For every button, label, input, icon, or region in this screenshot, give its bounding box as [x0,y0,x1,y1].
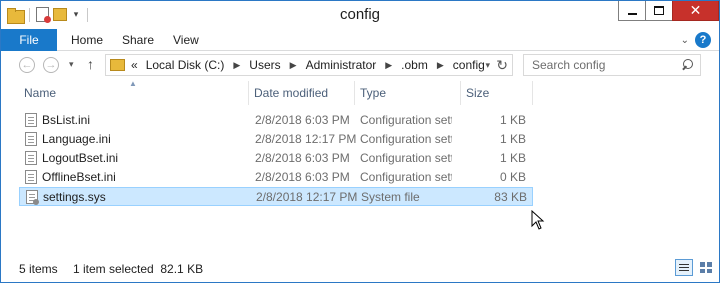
file-type: Configuration sett... [360,132,452,146]
table-row[interactable]: Language.ini 2/8/2018 12:17 PM Configura… [19,130,533,149]
file-rows: BsList.ini 2/8/2018 6:03 PM Configuratio… [19,111,533,206]
column-header-row: ▲ Name Date modified Type Size [19,79,533,105]
item-count: 5 items [19,262,58,276]
toolbar-divider [29,7,30,22]
mouse-cursor-icon [531,210,545,230]
tab-view[interactable]: View [173,33,199,47]
breadcrumb-local-disk[interactable]: Local Disk (C:) [146,58,225,72]
maximize-button[interactable] [645,1,673,21]
breadcrumb-obm[interactable]: .obm [401,58,428,72]
file-name: OfflineBset.ini [42,170,116,184]
window-title: config [339,6,381,23]
table-row-selected[interactable]: settings.sys 2/8/2018 12:17 PM System fi… [19,187,533,206]
minimize-button[interactable] [618,1,646,21]
details-view-icon[interactable] [675,259,693,276]
customize-toolbar-dropdown-icon[interactable]: ▾ [71,9,81,20]
table-row[interactable]: BsList.ini 2/8/2018 6:03 PM Configuratio… [19,111,533,130]
file-name-cell: OfflineBset.ini [25,170,116,184]
back-button[interactable]: ← [19,57,35,73]
file-size: 83 KB [494,190,527,204]
file-date: 2/8/2018 12:17 PM [255,132,357,146]
close-icon: ✕ [689,2,702,18]
folder-icon [7,7,25,24]
forward-arrow-icon: → [45,59,57,71]
settings-file-icon [25,132,37,146]
file-name-cell: settings.sys [26,190,106,205]
tab-file[interactable]: File [1,29,57,51]
recent-locations-dropdown-icon[interactable]: ▾ [69,59,74,70]
file-name-cell: BsList.ini [25,113,90,127]
settings-file-icon [25,151,37,165]
close-button[interactable]: ✕ [672,1,719,21]
column-header-type[interactable]: Type [355,81,461,105]
breadcrumb-config[interactable]: config [453,58,485,72]
file-name-cell: LogoutBset.ini [25,151,118,165]
file-name: Language.ini [42,132,111,146]
forward-button[interactable]: → [43,57,59,73]
settings-file-icon [25,113,37,127]
help-icon[interactable]: ? [695,32,711,48]
tab-share[interactable]: Share [122,33,154,47]
breadcrumb-chevron-icon[interactable]: ▶ [437,60,444,71]
file-size: 1 KB [499,151,526,165]
refresh-icon[interactable]: ↻ [496,57,508,74]
file-name: settings.sys [43,190,106,204]
address-dropdown-icon[interactable]: ▾ [485,60,490,71]
column-header-size[interactable]: Size [461,81,533,105]
title-bar: ▾ config ✕ [1,1,719,29]
expand-ribbon-chevron-icon[interactable]: ⌄ [681,35,689,46]
file-type: Configuration sett... [360,170,452,184]
table-row[interactable]: OfflineBset.ini 2/8/2018 6:03 PM Configu… [19,168,533,187]
minimize-icon [627,12,637,15]
ribbon-right-controls: ⌄ ? [681,32,711,48]
search-icon[interactable] [680,58,694,72]
breadcrumb: « Local Disk (C:) ▶ Users ▶ Administrato… [131,58,485,72]
navigation-bar: ← → ▾ ↑ « Local Disk (C:) ▶ Users ▶ Admi… [1,51,719,79]
tab-home[interactable]: Home [71,33,103,47]
window-controls: ✕ [618,1,719,21]
breadcrumb-chevron-icon[interactable]: ▶ [385,60,392,71]
settings-file-icon [25,170,37,184]
table-row[interactable]: LogoutBset.ini 2/8/2018 6:03 PM Configur… [19,149,533,168]
file-date: 2/8/2018 6:03 PM [255,151,350,165]
file-name-cell: Language.ini [25,132,111,146]
file-date: 2/8/2018 6:03 PM [255,113,350,127]
breadcrumb-chevron-icon[interactable]: ▶ [233,60,240,71]
file-name: BsList.ini [42,113,91,127]
breadcrumb-overflow[interactable]: « [131,58,138,72]
explorer-window: ▾ config ✕ File Home Share View ⌄ ? ← → … [0,0,720,283]
file-type: Configuration sett... [360,151,452,165]
maximize-icon [654,6,664,15]
breadcrumb-users[interactable]: Users [249,58,280,72]
search-input[interactable]: Search config [523,54,701,76]
file-type: System file [361,190,420,204]
new-folder-icon[interactable] [53,8,67,21]
up-arrow-icon[interactable]: ↑ [87,56,94,72]
ribbon-tabs: File Home Share View ⌄ ? [1,29,719,51]
search-placeholder: Search config [532,58,606,72]
file-list: ▲ Name Date modified Type Size BsList.in… [19,79,533,206]
properties-icon[interactable] [36,7,51,23]
status-bar: 5 items 1 item selected 82.1 KB [1,259,719,283]
column-header-name[interactable]: Name [19,81,249,105]
back-arrow-icon: ← [21,59,33,71]
file-date: 2/8/2018 12:17 PM [256,190,358,204]
breadcrumb-administrator[interactable]: Administrator [306,58,377,72]
toolbar-divider [87,7,88,22]
column-header-date-modified[interactable]: Date modified [249,81,355,105]
file-name: LogoutBset.ini [42,151,119,165]
quick-access-toolbar: ▾ [7,7,90,24]
file-date: 2/8/2018 6:03 PM [255,170,350,184]
breadcrumb-chevron-icon[interactable]: ▶ [290,60,297,71]
folder-icon [110,59,125,71]
selection-info: 1 item selected 82.1 KB [73,262,204,276]
file-size: 0 KB [499,170,526,184]
file-size: 1 KB [499,113,526,127]
file-size: 1 KB [499,132,526,146]
large-icons-view-icon[interactable] [697,259,715,276]
address-bar[interactable]: « Local Disk (C:) ▶ Users ▶ Administrato… [105,54,513,76]
system-file-icon [26,190,39,205]
file-type: Configuration sett... [360,113,452,127]
